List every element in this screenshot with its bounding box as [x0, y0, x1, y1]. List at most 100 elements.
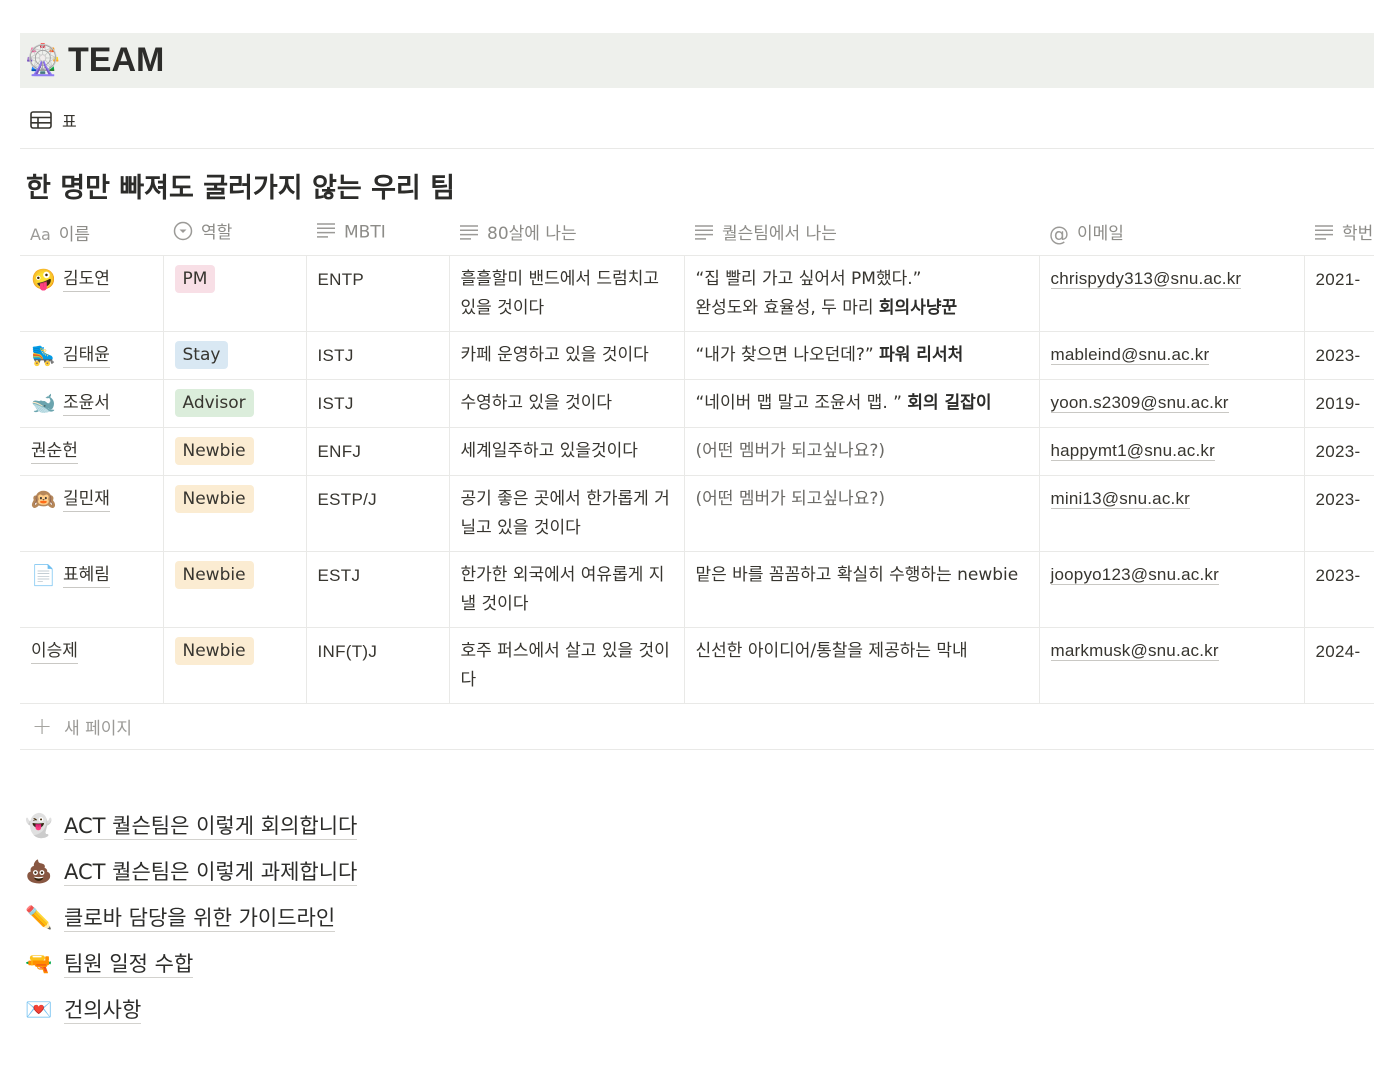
page-links: 👻 ACT 퀄슨팀은 이렇게 회의합니다 💩 ACT 퀄슨팀은 이렇게 과제합니다 ✏️…	[24, 803, 358, 1033]
cell-at80[interactable]: 카페 운영하고 있을 것이다	[449, 331, 685, 380]
table-row[interactable]: 🐋 조윤서 Advisor ISTJ 수영하고 있을 것이다 “네이버 맵 말고 조윤서 …	[20, 379, 1374, 428]
cell-name[interactable]: 🐋 조윤서	[20, 379, 164, 428]
team-desc: “내가 찾으면 나오던데?” 파워 리서처	[695, 345, 964, 365]
page-link-emoji-icon: 💩	[25, 859, 53, 885]
cell-at80[interactable]: 공기 좋은 곳에서 한가롭게 거닐고 있을 것이다	[449, 475, 685, 552]
member-name[interactable]: 표혜림	[63, 563, 110, 588]
page-link-emoji-icon: 🔫	[25, 951, 53, 977]
mbti-value: ISTJ	[317, 346, 354, 365]
table-row[interactable]: 🛼 김태윤 Stay ISTJ 카페 운영하고 있을 것이다 “내가 찾으면 나오던데?”…	[20, 331, 1374, 380]
member-name[interactable]: 김태윤	[63, 343, 110, 368]
cell-student-id[interactable]: 2024-	[1304, 627, 1374, 704]
cell-at80[interactable]: 한가한 외국에서 여유롭게 지낼 것이다	[449, 551, 685, 628]
email-link[interactable]: mableind@snu.ac.kr	[1050, 345, 1210, 365]
page-link[interactable]: 💩 ACT 퀄슨팀은 이렇게 과제합니다	[24, 849, 358, 895]
cell-student-id[interactable]: 2023-	[1304, 427, 1374, 476]
cell-at80[interactable]: 수영하고 있을 것이다	[449, 379, 685, 428]
member-name[interactable]: 이승제	[31, 639, 78, 664]
email-link[interactable]: joopyo123@snu.ac.kr	[1050, 565, 1219, 585]
cell-student-id[interactable]: 2019-	[1304, 379, 1374, 428]
cell-student-id[interactable]: 2023-	[1304, 475, 1374, 552]
email-link[interactable]: happymt1@snu.ac.kr	[1050, 441, 1215, 461]
cell-student-id[interactable]: 2023-	[1304, 551, 1374, 628]
email-link[interactable]: mini13@snu.ac.kr	[1050, 489, 1191, 509]
page-link-emoji-icon: 👻	[25, 813, 53, 839]
cell-student-id[interactable]: 2023-	[1304, 331, 1374, 380]
cell-mbti[interactable]: ENTP	[306, 255, 450, 332]
cell-email[interactable]: yoon.s2309@snu.ac.kr	[1039, 379, 1305, 428]
team-desc: 맡은 바를 꼼꼼하고 확실히 수행하는 newbie	[695, 565, 1019, 585]
column-header-name[interactable]: Aa 이름	[20, 209, 163, 256]
column-header-student-id[interactable]: 학번	[1304, 209, 1374, 256]
email-link[interactable]: chrispydy313@snu.ac.kr	[1050, 269, 1242, 289]
cell-mbti[interactable]: ISTJ	[306, 379, 450, 428]
cell-email[interactable]: markmusk@snu.ac.kr	[1039, 627, 1305, 704]
mbti-value: ENTP	[317, 270, 365, 289]
cell-role[interactable]: Stay	[163, 331, 307, 380]
column-header-at80[interactable]: 80살에 나는	[449, 209, 684, 256]
table-row[interactable]: 📄 표혜림 Newbie ESTJ 한가한 외국에서 여유롭게 지낼 것이다 맡은 바를 …	[20, 551, 1374, 628]
table-row[interactable]: 🤪 김도연 PM ENTP 흘흘할미 밴드에서 드럼치고 있을 것이다 “집 빨리 가고 …	[20, 255, 1374, 332]
cell-email[interactable]: happymt1@snu.ac.kr	[1039, 427, 1305, 476]
page-link[interactable]: 💌 건의사항	[24, 987, 357, 1033]
mbti-value: ESTJ	[317, 566, 361, 585]
cell-mbti[interactable]: ENFJ	[306, 427, 450, 476]
new-page-button[interactable]: + 새 페이지	[32, 712, 132, 740]
column-header-email[interactable]: @ 이메일	[1039, 209, 1304, 256]
cell-in-team[interactable]: 신선한 아이디어/통찰을 제공하는 막내	[684, 627, 1040, 704]
cell-in-team[interactable]: (어떤 멤버가 되고싶나요?)	[684, 427, 1040, 476]
cell-mbti[interactable]: INF(T)J	[306, 627, 450, 704]
email-link[interactable]: markmusk@snu.ac.kr	[1050, 641, 1219, 661]
cell-student-id[interactable]: 2021-	[1304, 255, 1374, 332]
table-row[interactable]: 🙉 길민재 Newbie ESTP/J 공기 좋은 곳에서 한가롭게 거닐고 있을 것이…	[20, 475, 1374, 552]
page-link[interactable]: 👻 ACT 퀄슨팀은 이렇게 회의합니다	[24, 803, 358, 849]
cell-in-team[interactable]: “내가 찾으면 나오던데?” 파워 리서처	[684, 331, 1040, 380]
cell-mbti[interactable]: ESTP/J	[306, 475, 450, 552]
cell-role[interactable]: Newbie	[163, 427, 307, 476]
cell-name[interactable]: 이승제	[20, 627, 164, 704]
member-name[interactable]: 조윤서	[63, 391, 110, 416]
student-id-value: 2023-	[1315, 566, 1361, 585]
cell-at80[interactable]: 호주 퍼스에서 살고 있을 것이다	[449, 627, 685, 704]
cell-role[interactable]: Newbie	[163, 627, 307, 704]
cell-name[interactable]: 🙉 길민재	[20, 475, 164, 552]
member-name[interactable]: 길민재	[63, 487, 110, 512]
page-link[interactable]: 🔫 팀원 일정 수합	[24, 941, 357, 987]
row-emoji-icon: 🙉	[31, 487, 56, 511]
cell-in-team[interactable]: “집 빨리 가고 싶어서 PM했다.” 완성도와 효율성, 두 마리 회의사냥꾼	[684, 255, 1040, 332]
cell-name[interactable]: 권순헌	[20, 427, 164, 476]
cell-role[interactable]: Newbie	[163, 551, 307, 628]
page-link[interactable]: ✏️ 클로바 담당을 위한 가이드라인	[24, 895, 357, 941]
member-name[interactable]: 김도연	[63, 267, 110, 292]
team-desc: 완성도와 효율성, 두 마리 회의사냥꾼	[695, 298, 958, 318]
student-id-value: 2023-	[1315, 490, 1361, 509]
table-row[interactable]: 권순헌 Newbie ENFJ 세계일주하고 있을것이다 (어떤 멤버가 되고싶나요?)…	[20, 427, 1374, 476]
cell-email[interactable]: chrispydy313@snu.ac.kr	[1039, 255, 1305, 332]
ferris-wheel-icon[interactable]: 🎡	[24, 43, 62, 78]
cell-name[interactable]: 📄 표혜림	[20, 551, 164, 628]
page-title[interactable]: TEAM	[68, 41, 164, 80]
view-tab-table[interactable]: 표	[30, 106, 77, 134]
cell-role[interactable]: PM	[163, 255, 307, 332]
cell-name[interactable]: 🤪 김도연	[20, 255, 164, 332]
table-row[interactable]: 이승제 Newbie INF(T)J 호주 퍼스에서 살고 있을 것이다 신선한 아이디…	[20, 627, 1374, 704]
cell-in-team[interactable]: (어떤 멤버가 되고싶나요?)	[684, 475, 1040, 552]
cell-name[interactable]: 🛼 김태윤	[20, 331, 164, 380]
cell-in-team[interactable]: 맡은 바를 꼼꼼하고 확실히 수행하는 newbie	[684, 551, 1040, 628]
cell-email[interactable]: joopyo123@snu.ac.kr	[1039, 551, 1305, 628]
cell-mbti[interactable]: ISTJ	[306, 331, 450, 380]
cell-email[interactable]: mableind@snu.ac.kr	[1039, 331, 1305, 380]
cell-role[interactable]: Newbie	[163, 475, 307, 552]
database-title[interactable]: 한 명만 빠져도 굴러가지 않는 우리 팀	[26, 166, 455, 205]
column-header-in-team[interactable]: 퀄슨팀에서 나는	[684, 209, 1039, 256]
cell-at80[interactable]: 흘흘할미 밴드에서 드럼치고 있을 것이다	[449, 255, 685, 332]
column-header-role[interactable]: 역할	[163, 209, 306, 256]
cell-role[interactable]: Advisor	[163, 379, 307, 428]
cell-mbti[interactable]: ESTJ	[306, 551, 450, 628]
cell-at80[interactable]: 세계일주하고 있을것이다	[449, 427, 685, 476]
column-header-mbti[interactable]: MBTI	[306, 209, 449, 256]
cell-in-team[interactable]: “네이버 맵 말고 조윤서 맵. ” 회의 길잡이	[684, 379, 1040, 428]
cell-email[interactable]: mini13@snu.ac.kr	[1039, 475, 1305, 552]
email-link[interactable]: yoon.s2309@snu.ac.kr	[1050, 393, 1229, 413]
member-name[interactable]: 권순헌	[31, 439, 78, 464]
